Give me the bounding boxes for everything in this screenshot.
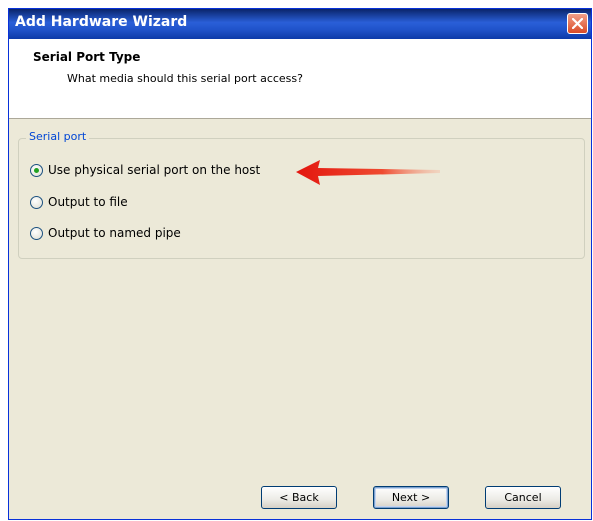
close-button[interactable]: [567, 13, 588, 34]
radio-output-file[interactable]: Output to file: [30, 195, 128, 209]
cancel-button[interactable]: Cancel: [485, 486, 561, 509]
next-button[interactable]: Next >: [373, 486, 449, 509]
serial-port-group-label: Serial port: [26, 130, 90, 143]
close-icon: [572, 18, 583, 29]
radio-label[interactable]: Output to file: [48, 195, 128, 209]
window-title: Add Hardware Wizard: [15, 14, 188, 30]
radio-button[interactable]: [30, 163, 43, 177]
radio-physical-port[interactable]: Use physical serial port on the host: [30, 163, 260, 177]
radio-button[interactable]: [30, 195, 43, 209]
radio-label[interactable]: Use physical serial port on the host: [48, 163, 260, 177]
radio-named-pipe[interactable]: Output to named pipe: [30, 226, 181, 240]
radio-label[interactable]: Output to named pipe: [48, 226, 181, 240]
back-button[interactable]: < Back: [261, 486, 337, 509]
radio-selected-dot: [34, 167, 39, 173]
radio-button[interactable]: [30, 226, 43, 240]
red-arrow-icon: [296, 160, 440, 185]
page-title: Serial Port Type: [33, 50, 141, 64]
page-subtitle: What media should this serial port acces…: [67, 72, 303, 85]
title-bar[interactable]: Add Hardware Wizard: [9, 9, 591, 39]
